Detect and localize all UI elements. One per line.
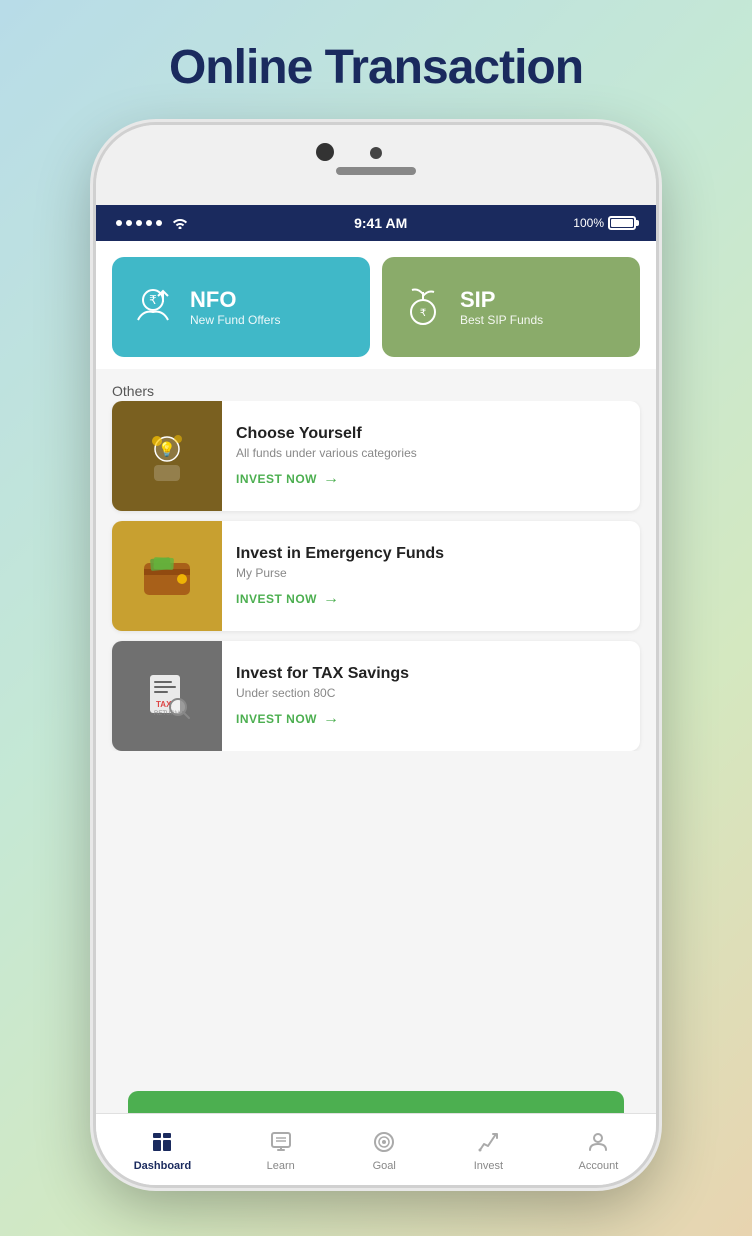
phone-frame: 9:41 AM 100% ₹ — [96, 125, 656, 1185]
dot4 — [146, 220, 152, 226]
svg-text:₹: ₹ — [149, 293, 157, 307]
phone-top-bezel — [96, 125, 656, 205]
front-camera — [316, 143, 334, 161]
choose-yourself-arrow-icon: → — [323, 470, 340, 488]
nav-item-account[interactable]: Account — [579, 1128, 619, 1172]
sip-card[interactable]: ₹ SIP Best SIP Funds — [382, 257, 640, 357]
nav-label-goal: Goal — [373, 1160, 396, 1172]
list-items-container: 💡 Choose Yourself All funds under variou… — [96, 401, 656, 751]
choose-yourself-cta-label: INVEST NOW — [236, 472, 317, 486]
dot3 — [136, 220, 142, 226]
nfo-card[interactable]: ₹ NFO New Fund Offers — [112, 257, 370, 357]
bottom-nav: Dashboard Learn — [96, 1113, 656, 1185]
camera-dot — [370, 147, 382, 159]
battery-icon — [608, 216, 636, 230]
others-section: Others — [96, 369, 656, 401]
tax-savings-cta-label: INVEST NOW — [236, 712, 317, 726]
choose-yourself-invest-btn[interactable]: INVEST NOW → — [236, 470, 626, 488]
nav-item-invest[interactable]: Invest — [474, 1128, 503, 1172]
choose-yourself-thumb: 💡 — [112, 401, 222, 511]
nav-label-account: Account — [579, 1160, 619, 1172]
tax-savings-invest-btn[interactable]: INVEST NOW → — [236, 710, 626, 728]
sip-subtitle: Best SIP Funds — [460, 313, 543, 327]
emergency-funds-subtitle: My Purse — [236, 566, 626, 580]
screen-content: ₹ NFO New Fund Offers ₹ — [96, 241, 656, 1185]
emergency-funds-body: Invest in Emergency Funds My Purse INVES… — [222, 521, 640, 631]
choose-yourself-body: Choose Yourself All funds under various … — [222, 401, 640, 511]
partial-card — [128, 1091, 624, 1113]
emergency-funds-title: Invest in Emergency Funds — [236, 545, 626, 563]
invest-icon — [474, 1128, 502, 1156]
list-item-choose-yourself[interactable]: 💡 Choose Yourself All funds under variou… — [112, 401, 640, 511]
nav-label-dashboard: Dashboard — [134, 1160, 191, 1172]
tax-savings-body: Invest for TAX Savings Under section 80C… — [222, 641, 640, 751]
tax-savings-arrow-icon: → — [323, 710, 340, 728]
nav-label-invest: Invest — [474, 1160, 503, 1172]
nav-item-learn[interactable]: Learn — [267, 1128, 295, 1172]
status-bar: 9:41 AM 100% — [96, 205, 656, 241]
dot1 — [116, 220, 122, 226]
sip-icon: ₹ — [398, 282, 448, 332]
nav-item-goal[interactable]: Goal — [370, 1128, 398, 1172]
wifi-icon — [172, 217, 188, 229]
sip-text: SIP Best SIP Funds — [460, 287, 543, 327]
emergency-funds-arrow-icon: → — [323, 590, 340, 608]
nav-item-dashboard[interactable]: Dashboard — [134, 1128, 191, 1172]
sip-title: SIP — [460, 287, 543, 313]
svg-text:₹: ₹ — [420, 308, 426, 319]
nav-label-learn: Learn — [267, 1160, 295, 1172]
signal-dots — [116, 217, 188, 229]
dot2 — [126, 220, 132, 226]
tax-savings-title: Invest for TAX Savings — [236, 665, 626, 683]
others-label: Others — [112, 383, 154, 399]
tax-savings-thumb: TAX RETURN — [112, 641, 222, 751]
nfo-text: NFO New Fund Offers — [190, 287, 280, 327]
dashboard-icon — [148, 1128, 176, 1156]
choose-yourself-title: Choose Yourself — [236, 425, 626, 443]
top-cards-row: ₹ NFO New Fund Offers ₹ — [96, 241, 656, 369]
dot5 — [156, 220, 162, 226]
battery-percent: 100% — [573, 216, 604, 230]
status-time: 9:41 AM — [354, 215, 407, 231]
battery-fill — [611, 219, 633, 227]
list-item-tax-savings[interactable]: TAX RETURN Invest for TAX Savings Under … — [112, 641, 640, 751]
tax-savings-subtitle: Under section 80C — [236, 686, 626, 700]
speaker-grill — [336, 167, 416, 175]
nfo-title: NFO — [190, 287, 280, 313]
nfo-subtitle: New Fund Offers — [190, 313, 280, 327]
goal-icon — [370, 1128, 398, 1156]
battery-area: 100% — [573, 216, 636, 230]
emergency-funds-invest-btn[interactable]: INVEST NOW → — [236, 590, 626, 608]
list-item-emergency-funds[interactable]: Invest in Emergency Funds My Purse INVES… — [112, 521, 640, 631]
nfo-icon: ₹ — [128, 282, 178, 332]
account-icon — [584, 1128, 612, 1156]
emergency-funds-cta-label: INVEST NOW — [236, 592, 317, 606]
emergency-funds-thumb — [112, 521, 222, 631]
learn-icon — [267, 1128, 295, 1156]
page-title: Online Transaction — [169, 40, 583, 95]
choose-yourself-subtitle: All funds under various categories — [236, 446, 626, 460]
